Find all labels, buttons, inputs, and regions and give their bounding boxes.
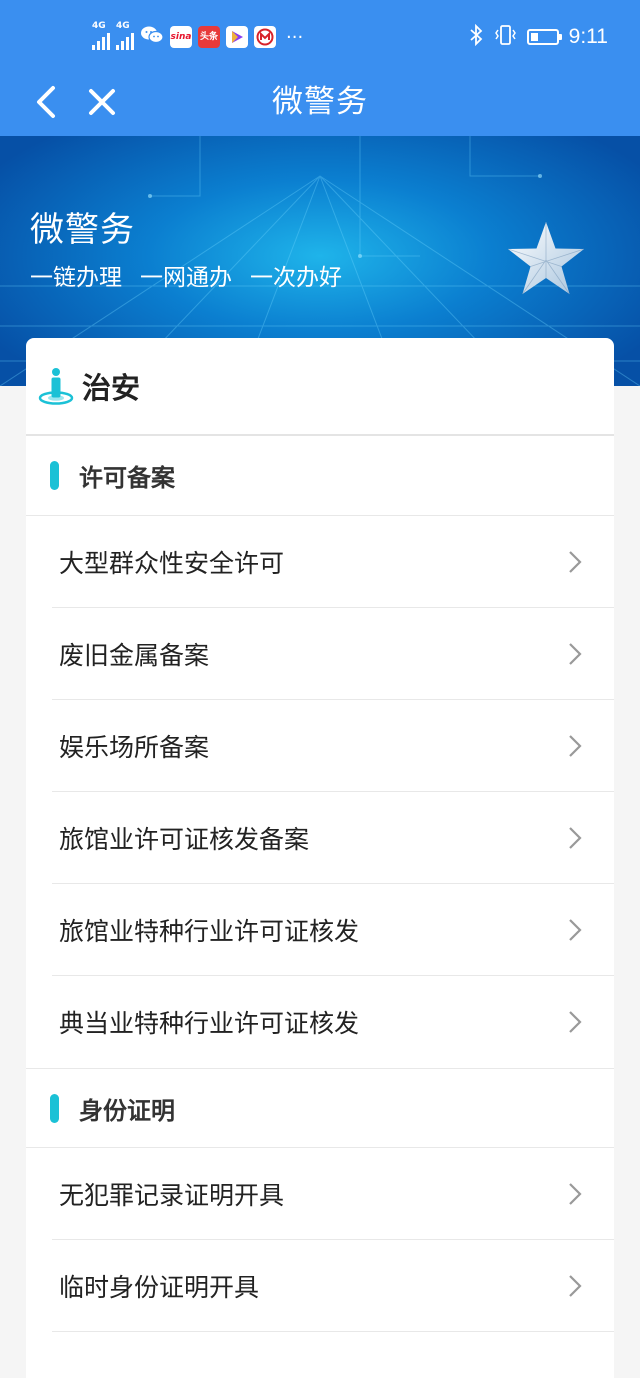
person-pin-icon xyxy=(38,368,74,405)
list-item-label: 旅馆业许可证核发备案 xyxy=(59,824,310,854)
list-item[interactable]: 典当业特种行业许可证核发 xyxy=(52,976,614,1068)
status-bar-right: 9:11 xyxy=(469,23,608,50)
chevron-right-icon xyxy=(568,550,582,574)
card-title: 治安 xyxy=(82,371,141,405)
close-icon xyxy=(89,89,115,115)
list-item-label: 旅馆业特种行业许可证核发 xyxy=(59,916,360,946)
section-header: 许可备案 xyxy=(26,436,614,516)
chevron-right-icon xyxy=(568,918,582,942)
signal-icon: 4G xyxy=(92,21,110,50)
status-bar: 4G 4G sina 头条 ··· 9:11 xyxy=(0,0,640,68)
back-button[interactable] xyxy=(24,80,68,124)
card-header: 治安 xyxy=(26,338,614,436)
section-header: 身份证明 xyxy=(26,1068,614,1148)
list-item-label: 典当业特种行业许可证核发 xyxy=(59,1009,360,1038)
nav-bar: 微警务 xyxy=(0,68,640,136)
list-item-label: 临时身份证明开具 xyxy=(59,1272,260,1302)
more-notifications: ··· xyxy=(286,26,304,48)
chevron-right-icon xyxy=(568,734,582,758)
list-item[interactable]: 旅馆业特种行业许可证核发 xyxy=(52,884,614,976)
list-item-label: 废旧金属备案 xyxy=(59,640,210,670)
clock: 9:11 xyxy=(568,25,608,48)
slogan-3: 一次办好 xyxy=(250,265,342,291)
toutiao-icon: 头条 xyxy=(198,26,220,48)
star-icon xyxy=(507,222,585,295)
chevron-right-icon xyxy=(568,642,582,666)
chevron-left-icon xyxy=(37,86,55,118)
network-type-1: 4G xyxy=(92,21,106,31)
section-title: 身份证明 xyxy=(79,1096,175,1125)
chevron-right-icon xyxy=(568,1274,582,1298)
cmb-icon xyxy=(254,26,276,48)
section-accent-bar xyxy=(50,1093,59,1123)
close-button[interactable] xyxy=(80,80,124,124)
video-icon xyxy=(226,26,248,48)
wechat-icon xyxy=(140,24,164,50)
vibrate-icon xyxy=(493,24,517,50)
list-item[interactable]: 大型群众性安全许可 xyxy=(52,516,614,608)
signal-icon: 4G xyxy=(116,21,134,50)
chevron-right-icon xyxy=(568,826,582,850)
list-item[interactable]: 旅馆业许可证核发备案 xyxy=(52,792,614,884)
list-item-label: 大型群众性安全许可 xyxy=(59,548,285,578)
network-type-2: 4G xyxy=(116,21,130,31)
slogan-2: 一网通办 xyxy=(140,265,232,291)
chevron-right-icon xyxy=(568,1010,582,1034)
slogan-1: 一链办理 xyxy=(30,265,122,291)
banner-title: 微警务 xyxy=(30,210,135,250)
battery-level xyxy=(530,33,538,41)
banner-slogans: 一链办理 一网通办 一次办好 xyxy=(30,262,342,294)
list-item-label: 无犯罪记录证明开具 xyxy=(59,1180,285,1210)
section-title: 许可备案 xyxy=(79,464,175,492)
service-card: 治安 许可备案 大型群众性安全许可 废旧金属备案 娱乐场所备案 旅馆业许可证核发… xyxy=(26,338,614,1378)
list-item[interactable]: 无犯罪记录证明开具 xyxy=(52,1148,614,1240)
list-item[interactable]: 废旧金属备案 xyxy=(52,608,614,700)
list-item[interactable]: 临时身份证明开具 xyxy=(52,1240,614,1332)
battery-icon xyxy=(526,29,562,45)
chevron-right-icon xyxy=(568,1182,582,1206)
status-bar-left: 4G 4G sina 头条 ··· xyxy=(92,21,304,50)
bluetooth-icon xyxy=(469,23,483,50)
list-item[interactable]: 娱乐场所备案 xyxy=(52,700,614,792)
section-accent-bar xyxy=(50,461,59,490)
sina-icon: sina xyxy=(170,26,192,48)
list-item-label: 娱乐场所备案 xyxy=(59,732,210,762)
